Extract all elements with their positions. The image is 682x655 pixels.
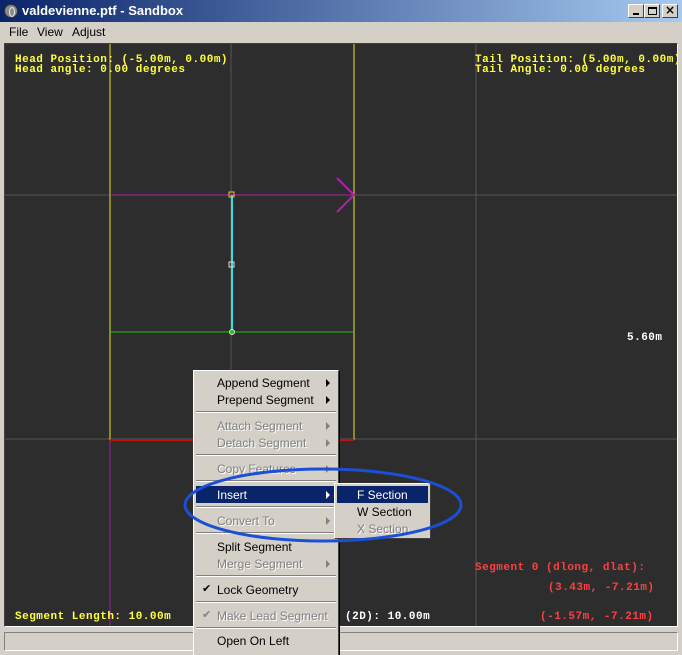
menu-item-prepend-segment[interactable]: Prepend Segment — [196, 391, 336, 408]
submenu-item-f-section[interactable]: F Section — [337, 486, 428, 503]
minimize-icon — [633, 13, 639, 15]
app-icon[interactable] — [4, 4, 18, 18]
submenu-item-x-section[interactable]: X Section — [337, 520, 428, 537]
submenu-arrow-icon — [326, 422, 330, 430]
menu-separator — [196, 480, 336, 482]
head-angle-label: Head angle: 0.00 degrees — [15, 64, 186, 76]
minimize-button[interactable] — [628, 4, 644, 18]
menu-view[interactable]: View — [37, 25, 63, 39]
menu-item-detach-segment[interactable]: Detach Segment — [196, 434, 336, 451]
menu-separator — [196, 575, 336, 577]
checkmark-icon: ✔ — [202, 582, 212, 595]
submenu-arrow-icon — [326, 491, 330, 499]
status-bar — [4, 632, 678, 651]
length-2d-label: (2D): 10.00m — [345, 611, 431, 623]
segment-delta-value-2: (-1.57m, -7.21m) — [540, 611, 654, 623]
menu-separator — [196, 601, 336, 603]
tail-angle-label: Tail Angle: 0.00 degrees — [475, 64, 646, 76]
submenu-arrow-icon — [326, 439, 330, 447]
menu-item-merge-segment[interactable]: Merge Segment — [196, 555, 336, 572]
menu-item-lock-geometry[interactable]: ✔ Lock Geometry — [196, 581, 336, 598]
width-measurement: 5.60m — [627, 332, 663, 344]
window-title: valdevienne.ptf - Sandbox — [22, 3, 184, 18]
context-menu: Append Segment Prepend Segment Attach Se… — [193, 370, 339, 655]
menu-item-make-lead-segment[interactable]: ✔ Make Lead Segment — [196, 607, 336, 624]
menu-item-append-segment[interactable]: Append Segment — [196, 374, 336, 391]
menu-file[interactable]: File — [9, 25, 28, 39]
submenu-arrow-icon — [326, 396, 330, 404]
menu-item-insert[interactable]: Insert — [196, 486, 336, 503]
segment-delta-header: Segment 0 (dlong, dlat): — [475, 562, 646, 574]
menu-item-attach-segment[interactable]: Attach Segment — [196, 417, 336, 434]
title-bar[interactable]: valdevienne.ptf - Sandbox × — [0, 0, 682, 22]
menu-separator — [196, 627, 336, 629]
submenu-arrow-icon — [326, 517, 330, 525]
insert-submenu: F Section W Section X Section — [334, 483, 431, 539]
close-icon: × — [665, 3, 676, 17]
menu-bar: File View Adjust — [0, 22, 682, 42]
menu-item-copy-features[interactable]: Copy Features — [196, 460, 336, 477]
menu-item-open-on-left[interactable]: Open On Left — [196, 632, 336, 649]
canvas-drawing — [5, 44, 677, 626]
segment-tail-handle — [229, 329, 235, 335]
menu-separator — [196, 506, 336, 508]
sandbox-canvas[interactable]: Head Position: (-5.00m, 0.00m) Head angl… — [4, 43, 678, 627]
menu-separator — [196, 411, 336, 413]
maximize-button[interactable] — [644, 4, 660, 18]
submenu-arrow-icon — [326, 560, 330, 568]
app-window: valdevienne.ptf - Sandbox × File View Ad… — [0, 0, 682, 655]
menu-item-convert-to[interactable]: Convert To — [196, 512, 336, 529]
segment-length-label: Segment Length: 10.00m — [15, 611, 172, 623]
checkmark-icon: ✔ — [202, 608, 212, 621]
maximize-icon — [648, 7, 657, 15]
close-button[interactable]: × — [662, 3, 678, 18]
menu-separator — [196, 454, 336, 456]
submenu-item-w-section[interactable]: W Section — [337, 503, 428, 520]
menu-adjust[interactable]: Adjust — [72, 25, 105, 39]
menu-separator — [196, 532, 336, 534]
submenu-arrow-icon — [326, 465, 330, 473]
segment-delta-value: (3.43m, -7.21m) — [548, 582, 655, 594]
menu-item-split-segment[interactable]: Split Segment — [196, 538, 336, 555]
submenu-arrow-icon — [326, 379, 330, 387]
